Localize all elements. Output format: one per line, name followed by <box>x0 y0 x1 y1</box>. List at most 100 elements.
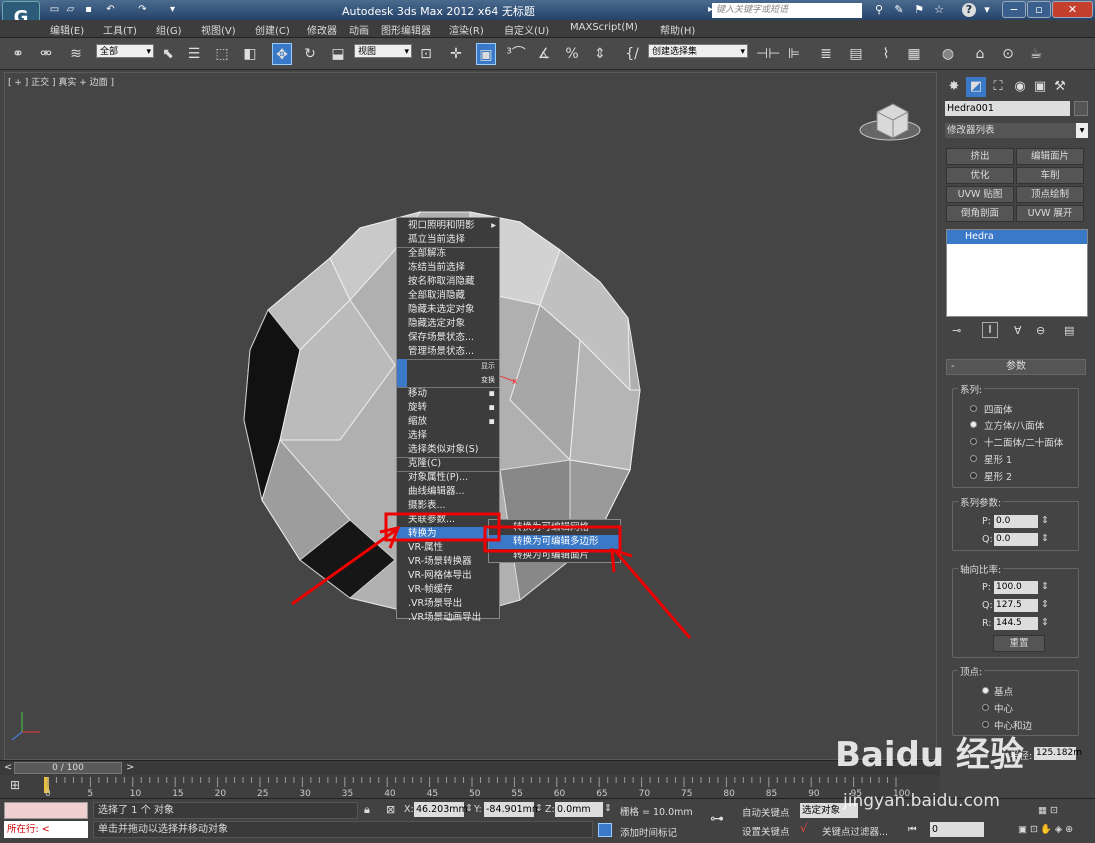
render-production-icon[interactable]: ☕ <box>1026 43 1046 65</box>
axis-p-spinner[interactable]: 100.0 <box>994 581 1038 594</box>
create-tab-icon[interactable]: ✸ <box>944 77 964 97</box>
set-key-button[interactable]: 设置关键点 <box>742 824 790 838</box>
watermark-url: jingyan.baidu.com <box>843 791 1000 811</box>
help-dropdown-icon[interactable]: ▾ <box>980 3 994 17</box>
tick-label: 50 <box>469 789 481 798</box>
optimize-button[interactable]: 优化 <box>946 167 1014 184</box>
parameters-rollout-title[interactable]: - 参数 <box>946 359 1086 375</box>
current-frame-field[interactable]: 0 <box>930 822 984 837</box>
hierarchy-tab-icon[interactable]: ⛶ <box>988 77 1008 97</box>
rendered-frame-window-icon[interactable]: ⊙ <box>998 43 1018 65</box>
radio-center[interactable] <box>982 704 989 711</box>
radio-dodec-icos[interactable] <box>970 438 977 445</box>
zoom-icon[interactable]: ▣ ⊡ <box>1018 824 1038 835</box>
spinner-arrows-icon[interactable]: ⇕ <box>1041 617 1049 628</box>
next-frame-icon[interactable]: > <box>126 762 134 773</box>
object-color-swatch[interactable] <box>1074 101 1088 116</box>
show-end-result-icon[interactable]: I <box>982 322 998 338</box>
utilities-tab-icon[interactable]: ⚒ <box>1050 77 1070 97</box>
running-indicator[interactable]: 所在行: < <box>4 821 88 838</box>
family-star2-label: 星形 2 <box>984 472 1013 483</box>
unwrap-uvw-button[interactable]: UVW 展开 <box>1016 205 1084 222</box>
tick-label: 65 <box>596 789 607 798</box>
radius-spinner[interactable]: 125.182m <box>1034 747 1082 760</box>
spinner-arrows-icon[interactable]: ⇕ <box>535 803 543 814</box>
bevel-profile-button[interactable]: 倒角剖面 <box>946 205 1014 222</box>
track-bar[interactable]: ⊞ 0 5 10 15 20 25 30 35 40 45 50 55 60 65 70 75 80 85 90 95… <box>0 775 940 798</box>
key-icon[interactable]: ⊶ <box>710 811 724 827</box>
make-unique-icon[interactable]: ∀ <box>1014 324 1022 337</box>
tick-label: 5 <box>87 789 93 798</box>
family-star1-label: 星形 1 <box>984 455 1013 466</box>
pan-hand-icon[interactable]: ✋ ◈ ⊕ <box>1040 824 1073 835</box>
lathe-button[interactable]: 车削 <box>1016 167 1084 184</box>
vertex-center-label: 中心 <box>994 704 1014 715</box>
radio-star2[interactable] <box>970 472 977 479</box>
tick-label: 15 <box>172 789 183 798</box>
help-icon[interactable]: ? <box>962 3 976 17</box>
lock-selection-icon[interactable]: 🔒︎ <box>364 803 370 817</box>
time-slider[interactable]: < 0 / 100 > <box>0 760 940 775</box>
radio-star1[interactable] <box>970 455 977 462</box>
family-params-label: 系列参数: <box>958 495 1004 509</box>
p-spinner[interactable]: 0.0 <box>994 515 1038 528</box>
radio-tetra[interactable] <box>970 405 977 412</box>
z-coordinate-field[interactable]: 0.0mm <box>555 802 603 817</box>
pin-stack-icon[interactable]: ⊸ <box>952 324 961 337</box>
y-coordinate-field[interactable]: -84.901mm <box>484 802 541 817</box>
grid-size: 栅格 = 10.0mm <box>620 807 693 818</box>
q-spinner[interactable]: 0.0 <box>994 533 1038 546</box>
viewport-nav-icon[interactable]: ▦ ⊡ <box>1038 805 1058 816</box>
frame-indicator[interactable]: 0 / 100 <box>14 762 122 774</box>
axis-r-spinner[interactable]: 144.5 <box>994 617 1038 630</box>
spinner-arrows-icon[interactable]: ⇕ <box>1041 515 1049 526</box>
prev-frame-icon[interactable]: < <box>4 762 12 773</box>
close-button[interactable]: ✕ <box>1052 1 1093 18</box>
time-tag-icon[interactable] <box>598 823 612 837</box>
extrude-button[interactable]: 挤出 <box>946 148 1014 165</box>
auto-key-button[interactable]: 自动关键点 <box>742 805 790 819</box>
vertex-paint-button[interactable]: 顶点绘制 <box>1016 186 1084 203</box>
configure-sets-icon[interactable]: ▤ <box>1064 324 1074 337</box>
modifier-stack[interactable]: Hedra <box>946 229 1088 317</box>
track-ticks: 0 5 10 15 20 25 30 35 40 45 50 55 60 65 70 75 80 85 90 95 10… <box>45 777 910 798</box>
modify-tab-icon[interactable]: ◩ <box>966 77 986 97</box>
family-tetra-label: 四面体 <box>984 405 1013 416</box>
add-time-tag[interactable]: 添加时间标记 <box>620 825 677 839</box>
uvw-map-button[interactable]: UVW 贴图 <box>946 186 1014 203</box>
spinner-arrows-icon[interactable]: ⇕ <box>604 803 612 814</box>
tick-label: 45 <box>427 789 438 798</box>
spinner-arrows-icon[interactable]: ⇕ <box>1041 533 1049 544</box>
modifier-list-dropdown[interactable]: 修改器列表 ▾ <box>945 123 1088 138</box>
maxscript-listener-mini[interactable] <box>4 802 88 819</box>
y-label: Y: <box>474 804 482 815</box>
render-setup-icon[interactable]: ⌂ <box>970 43 990 65</box>
set-key-icon[interactable]: √ <box>800 821 808 835</box>
motion-tab-icon[interactable]: ◉ <box>1010 77 1030 97</box>
axis-q-spinner[interactable]: 127.5 <box>994 599 1038 612</box>
display-tab-icon[interactable]: ▣ <box>1030 77 1050 97</box>
tick-label: 75 <box>681 789 692 798</box>
stack-item-hedra[interactable]: Hedra <box>947 230 1087 244</box>
object-name-field[interactable]: Hedra001 <box>945 101 1070 116</box>
go-to-start-icon[interactable]: ⏮ <box>908 824 917 835</box>
key-filters-button[interactable]: 关键点过滤器... <box>822 824 888 838</box>
minimize-button[interactable]: − <box>1002 1 1026 18</box>
x-coordinate-field[interactable]: 46.203mm <box>414 802 468 817</box>
axis-scaling-label: 轴向比率: <box>958 562 1004 576</box>
remove-modifier-icon[interactable]: ⊖ <box>1036 324 1045 337</box>
maximize-button[interactable]: ▫ <box>1027 1 1051 18</box>
spinner-arrows-icon[interactable]: ⇕ <box>465 803 473 814</box>
tick-label: 10 <box>130 789 142 798</box>
absolute-mode-icon[interactable]: ⊠ <box>386 803 395 816</box>
p-label: P: <box>982 516 991 527</box>
family-cube-octa-label: 立方体/八面体 <box>984 421 1045 432</box>
reset-button[interactable]: 重置 <box>993 635 1045 652</box>
spinner-arrows-icon[interactable]: ⇕ <box>1041 599 1049 610</box>
axis-q-label: Q: <box>982 600 993 611</box>
radio-basepoint[interactable] <box>982 687 989 694</box>
edit-patch-button[interactable]: 编辑面片 <box>1016 148 1084 165</box>
spinner-arrows-icon[interactable]: ⇕ <box>1041 581 1049 592</box>
radio-cube-octa[interactable] <box>970 421 977 428</box>
material-editor-icon[interactable]: ◍ <box>938 43 958 65</box>
